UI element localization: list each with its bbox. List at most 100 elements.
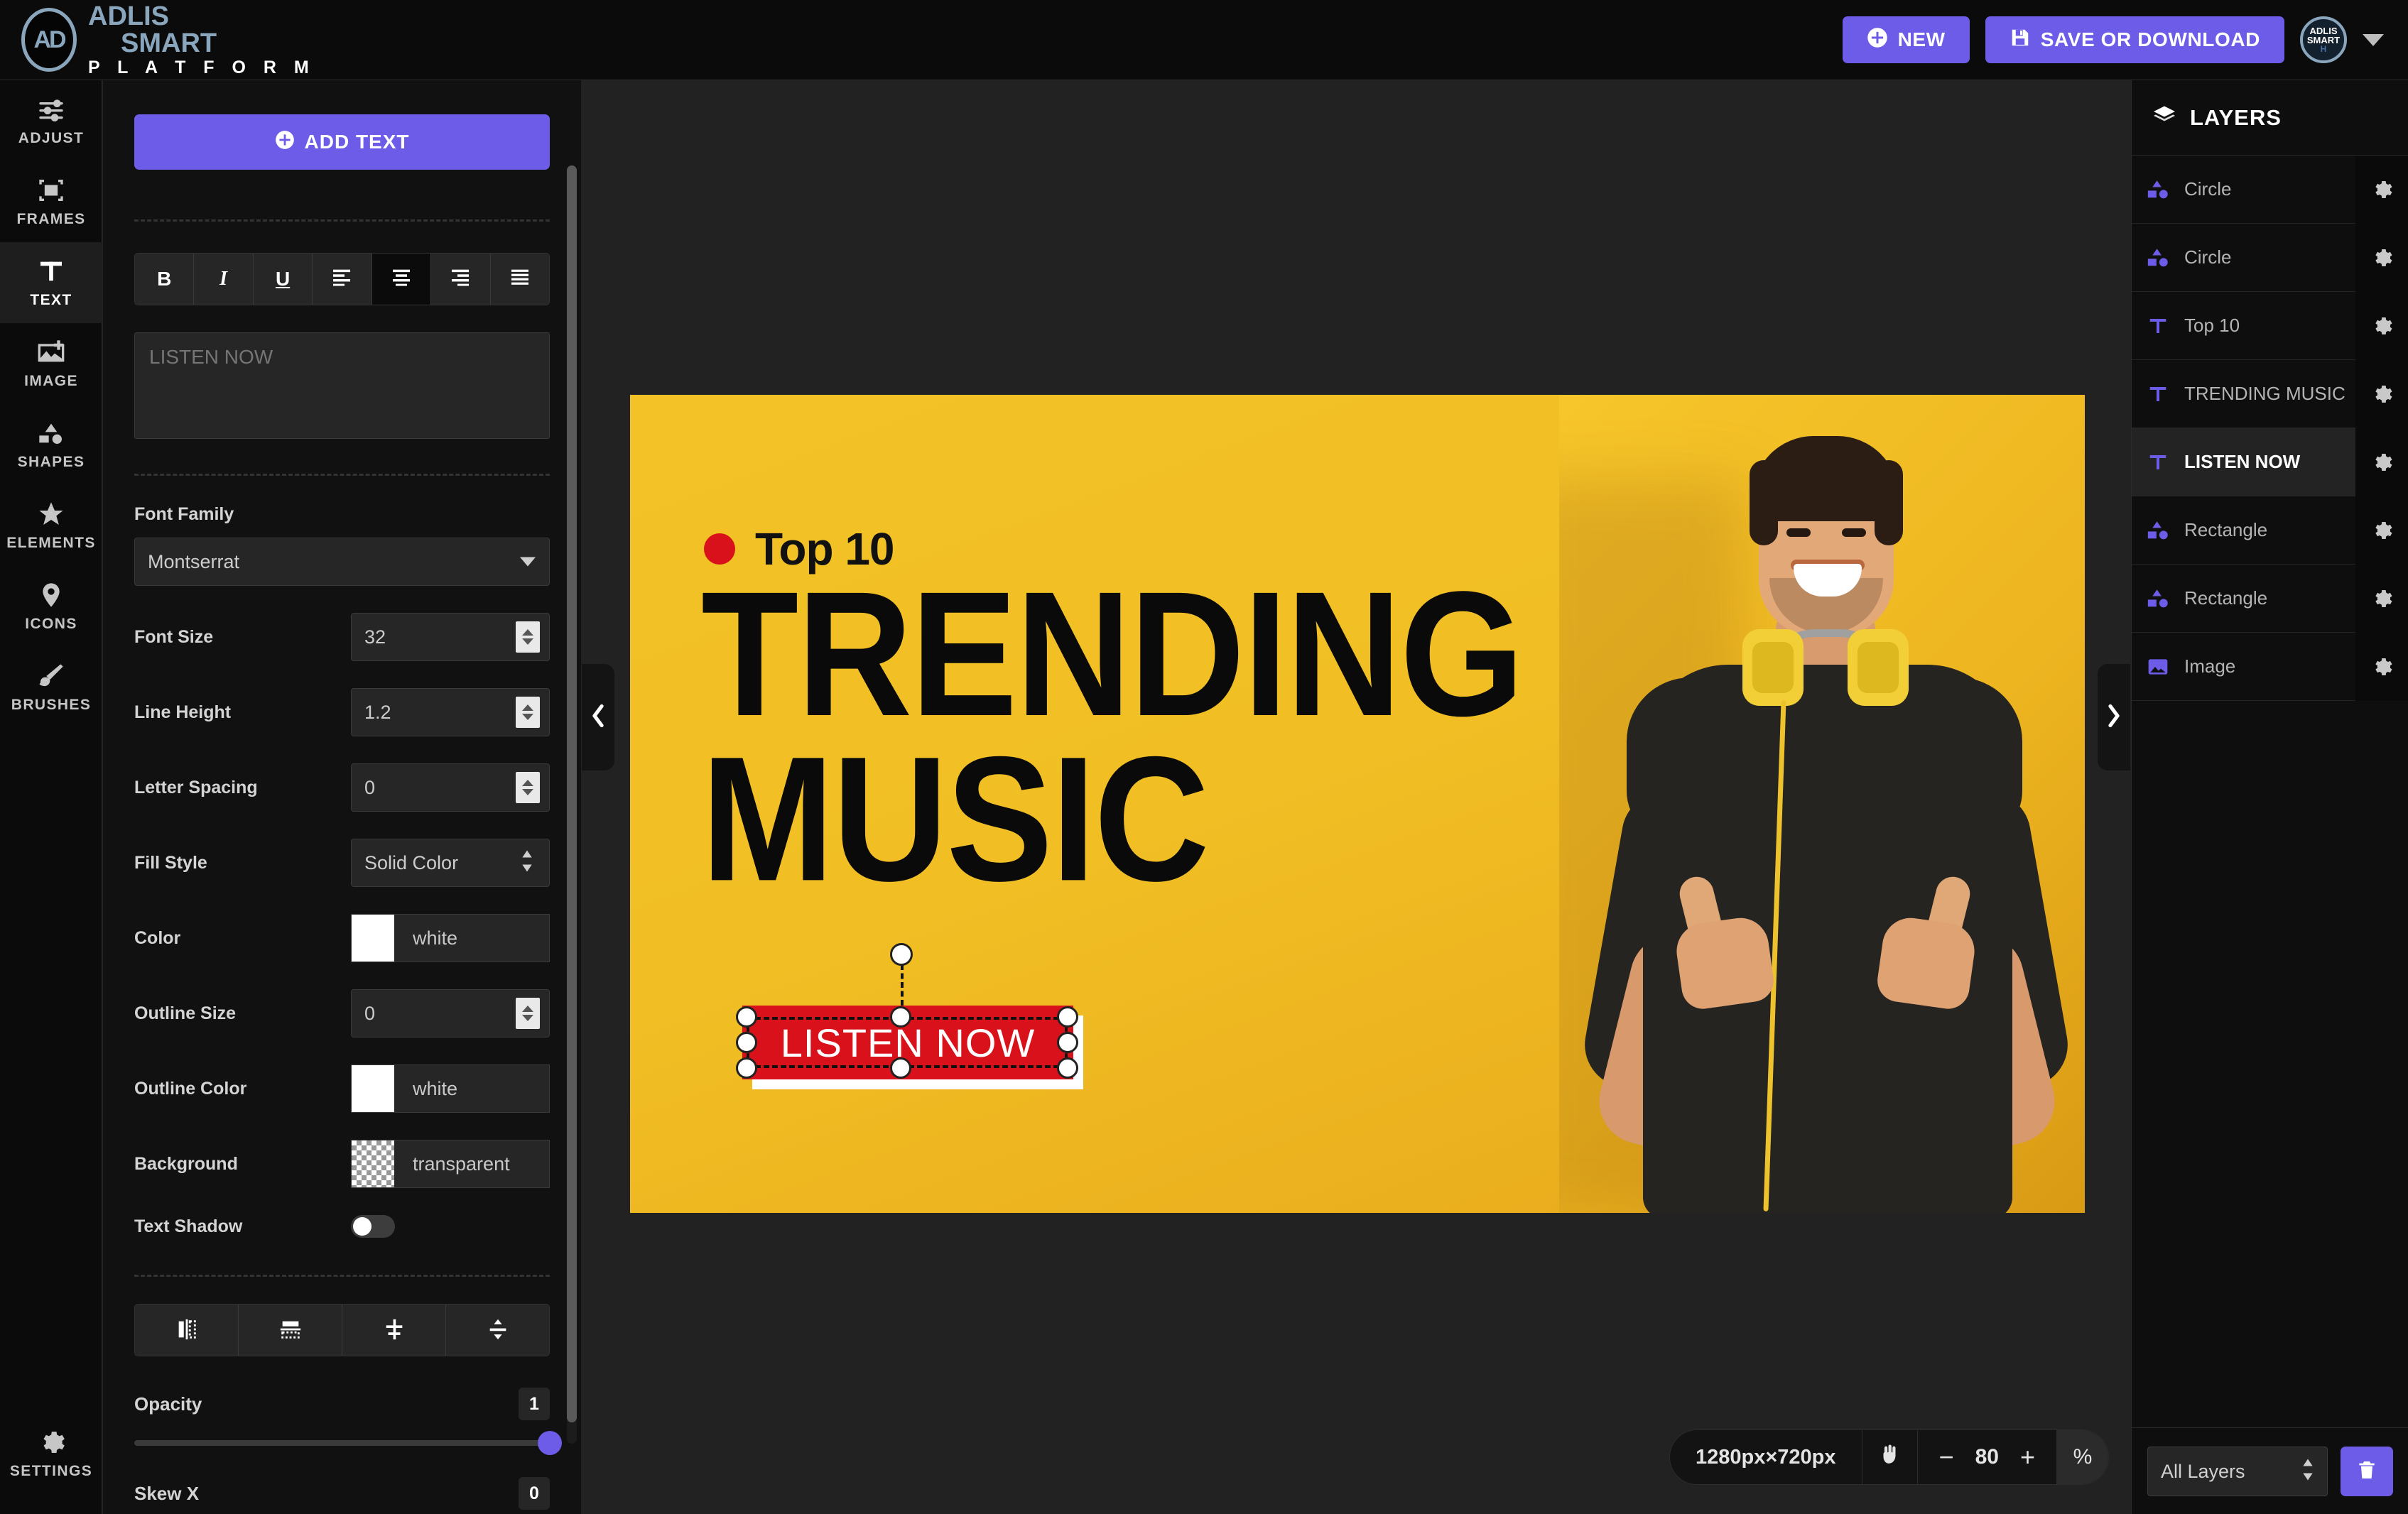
layer-settings-button[interactable] (2355, 632, 2408, 701)
headline-layer[interactable]: TRENDING MUSIC (701, 565, 1524, 908)
rail-item-shapes[interactable]: SHAPES (0, 404, 102, 485)
rail-item-settings[interactable]: SETTINGS (0, 1413, 102, 1494)
selection-handle-bottom-right[interactable] (1057, 1057, 1078, 1079)
rail-item-adjust[interactable]: ADJUST (0, 80, 102, 161)
background-color-picker[interactable]: transparent (351, 1140, 550, 1188)
layer-settings-button[interactable] (2355, 359, 2408, 428)
layer-row[interactable]: TRENDING MUSIC (2132, 359, 2408, 428)
new-button[interactable]: NEW (1842, 16, 1970, 63)
collapse-right-panel-button[interactable] (2098, 664, 2130, 770)
selection-handle-top-left[interactable] (736, 1006, 757, 1028)
canvas-stage[interactable]: Top 10 TRENDING MUSIC LISTEN NOW (582, 80, 2130, 1514)
layer-row[interactable]: Top 10 (2132, 291, 2408, 360)
text-shadow-row: Text Shadow (134, 1215, 550, 1238)
layer-row[interactable]: Circle (2132, 155, 2408, 224)
rail-label-shapes: SHAPES (17, 453, 85, 470)
text-t-icon (2132, 315, 2184, 337)
flip-vertical-button[interactable] (239, 1305, 342, 1356)
save-or-download-button[interactable]: SAVE OR DOWNLOAD (1985, 16, 2284, 63)
photo-layer[interactable] (1559, 395, 2085, 1213)
selection-handle-middle-right[interactable] (1057, 1032, 1078, 1053)
outline-color-picker[interactable]: white (351, 1064, 550, 1113)
design-canvas[interactable]: Top 10 TRENDING MUSIC LISTEN NOW (630, 395, 2085, 1213)
selection-handle-top-right[interactable] (1057, 1006, 1078, 1028)
outline-color-row: Outline Color white (134, 1064, 550, 1113)
layer-row[interactable]: Image (2132, 632, 2408, 701)
app-root: AD ADLIS SMART P L A T F O R M NEW SAVE … (0, 0, 2408, 1514)
trash-icon (2355, 1459, 2378, 1483)
bold-button[interactable]: B (135, 254, 195, 305)
center-vertical-icon (486, 1317, 510, 1344)
letter-spacing-stepper[interactable] (516, 772, 540, 803)
selection-handle-middle-left[interactable] (736, 1032, 757, 1053)
font-family-wrap: Montserrat (134, 538, 550, 586)
add-text-button[interactable]: ADD TEXT (134, 114, 550, 170)
layer-settings-button[interactable] (2355, 496, 2408, 565)
rail-label-frames: FRAMES (16, 210, 86, 227)
center-vertical-button[interactable] (446, 1305, 549, 1356)
font-family-label: Font Family (134, 504, 234, 524)
top-bar-actions: NEW SAVE OR DOWNLOAD ADLIS SMART H (1842, 16, 2408, 63)
align-left-button[interactable] (313, 254, 372, 305)
logo-text: ADLIS SMART P L A T F O R M (88, 3, 315, 77)
outline-size-stepper[interactable] (516, 998, 540, 1029)
rail-item-text[interactable]: TEXT (0, 242, 102, 323)
add-text-label: ADD TEXT (304, 131, 410, 153)
font-family-select[interactable]: Montserrat (134, 538, 550, 586)
selection-handle-bottom-left[interactable] (736, 1057, 757, 1079)
divider (134, 474, 550, 476)
divider (134, 219, 550, 222)
app-logo[interactable]: AD ADLIS SMART P L A T F O R M (0, 3, 315, 77)
selection-handle-bottom-center[interactable] (890, 1057, 911, 1079)
avatar[interactable]: ADLIS SMART H (2300, 16, 2347, 63)
align-center-button[interactable] (371, 254, 432, 305)
rail-item-frames[interactable]: FRAMES (0, 161, 102, 242)
layer-row[interactable]: Circle (2132, 223, 2408, 292)
color-picker[interactable]: white (351, 914, 550, 962)
align-justify-button[interactable] (490, 254, 549, 305)
text-shadow-toggle[interactable] (351, 1215, 395, 1238)
zoom-in-button[interactable]: + (2020, 1444, 2035, 1470)
layer-row-selected[interactable]: LISTEN NOW (2132, 427, 2408, 496)
text-content-input[interactable] (134, 332, 550, 439)
layer-row[interactable]: Rectangle (2132, 564, 2408, 633)
fill-style-select[interactable]: Solid Color (351, 839, 550, 887)
layer-settings-button[interactable] (2355, 291, 2408, 360)
panel-scrollbar[interactable] (567, 165, 577, 1444)
underline-button[interactable]: U (253, 254, 313, 305)
center-horizontal-button[interactable] (342, 1305, 446, 1356)
zoom-percent-button[interactable]: % (2056, 1430, 2108, 1484)
opacity-slider-handle[interactable] (538, 1431, 562, 1455)
chevron-left-icon (589, 704, 607, 731)
italic-button[interactable]: I (194, 254, 254, 305)
rail-item-icons[interactable]: ICONS (0, 566, 102, 647)
opacity-slider[interactable] (134, 1431, 562, 1455)
chevron-down-icon[interactable] (2363, 33, 2384, 46)
layer-settings-button[interactable] (2355, 427, 2408, 496)
zoom-out-button[interactable]: − (1939, 1444, 1954, 1470)
headphone-cup-left-inner (1752, 642, 1794, 693)
skew-x-value: 0 (519, 1477, 550, 1510)
rail-label-image: IMAGE (24, 372, 78, 389)
layer-row[interactable]: Rectangle (2132, 496, 2408, 565)
rail-item-image[interactable]: IMAGE (0, 323, 102, 404)
flip-horizontal-button[interactable] (135, 1305, 239, 1356)
rail-item-elements[interactable]: ELEMENTS (0, 485, 102, 566)
layer-settings-button[interactable] (2355, 223, 2408, 292)
zoom-value[interactable]: 80 (1975, 1445, 1999, 1469)
star-icon (37, 500, 65, 528)
layer-settings-button[interactable] (2355, 155, 2408, 224)
canvas-size-label: 1280px×720px (1670, 1430, 1862, 1484)
panel-scrollbar-thumb[interactable] (567, 165, 577, 1422)
collapse-left-panel-button[interactable] (582, 664, 614, 770)
line-height-stepper[interactable] (516, 697, 540, 728)
rail-item-brushes[interactable]: BRUSHES (0, 647, 102, 728)
layer-filter-select[interactable]: All Layers (2147, 1446, 2328, 1496)
pan-tool-button[interactable] (1862, 1430, 1918, 1484)
align-right-button[interactable] (431, 254, 491, 305)
font-size-stepper[interactable] (516, 621, 540, 653)
selection-handle-top-center[interactable] (890, 1006, 911, 1028)
layer-settings-button[interactable] (2355, 564, 2408, 633)
rotation-handle[interactable] (890, 943, 913, 966)
delete-layer-button[interactable] (2341, 1446, 2393, 1496)
